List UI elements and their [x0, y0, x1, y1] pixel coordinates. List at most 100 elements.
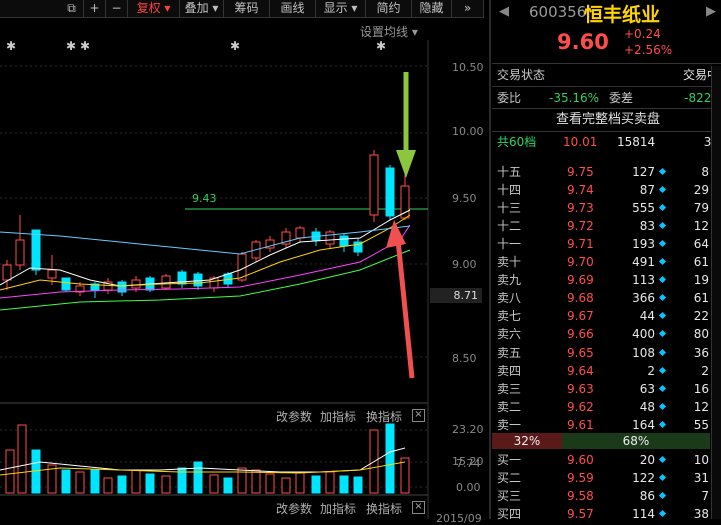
ask-row[interactable]: 十五 9.75 127 8: [497, 163, 719, 181]
ask-row[interactable]: 卖六 9.66 400 80: [497, 325, 719, 343]
level-price: 9.69: [567, 273, 594, 288]
next-stock-icon[interactable]: ▶: [706, 4, 716, 19]
zoom-out-button[interactable]: −: [106, 0, 128, 17]
level-volume: 555: [632, 201, 655, 216]
ask-row[interactable]: 十一 9.71 193 64: [497, 235, 719, 253]
level-volume: 127: [632, 165, 655, 179]
green-arrow-head: [396, 150, 416, 178]
level-price: 9.62: [567, 399, 594, 414]
level-volume: 366: [632, 291, 655, 306]
volume-bar: [339, 475, 349, 494]
volume-bar: [385, 423, 395, 494]
level-volume: 122: [632, 471, 655, 486]
chips-button[interactable]: 筹码: [224, 0, 270, 17]
draw-line-button[interactable]: 画线: [270, 0, 316, 17]
level-price: 9.68: [567, 291, 594, 306]
volume-bar: [131, 469, 141, 494]
candle-body: [2, 264, 12, 281]
diamond-icon: [658, 222, 667, 230]
price-tick: 9.50: [452, 192, 477, 205]
volume-bar: [5, 449, 15, 494]
ask-row[interactable]: 卖八 9.68 366 61: [497, 289, 719, 307]
switch-indicator-button[interactable]: 换指标: [366, 408, 402, 425]
level-label: 卖九: [497, 273, 522, 288]
price-tick: 8.50: [452, 352, 477, 365]
side-tab-strip[interactable]: [711, 66, 721, 519]
ask-row[interactable]: 卖五 9.65 108 36: [497, 344, 719, 362]
level-volume: 164: [632, 417, 655, 432]
level-count: 2: [701, 363, 709, 378]
restore-rights-button[interactable]: 复权 ▾: [128, 0, 180, 17]
level-volume: 87: [639, 183, 655, 198]
current-price-tag: 8.71: [430, 288, 482, 303]
level60-row[interactable]: 共60档 10.01 15814 35: [497, 133, 719, 151]
ask-row[interactable]: 卖四 9.64 2 2: [497, 362, 719, 380]
level-volume: 113: [632, 273, 655, 288]
diamond-icon: [658, 240, 667, 248]
switch-indicator-button-2[interactable]: 换指标: [366, 500, 402, 517]
change-params-button-2[interactable]: 改参数: [276, 500, 312, 517]
level-volume: 63: [639, 381, 655, 396]
price-change: +0.24: [624, 27, 661, 41]
change-params-button[interactable]: 改参数: [276, 408, 312, 425]
more-button[interactable]: »: [452, 0, 484, 17]
display-button[interactable]: 显示 ▾: [316, 0, 366, 17]
price-tick: 10.50: [452, 61, 484, 74]
level-price: 9.64: [567, 363, 594, 378]
ask-row[interactable]: 卖十 9.70 491 61: [497, 253, 719, 271]
overlay-button[interactable]: 叠加 ▾: [180, 0, 224, 17]
volume-bar: [145, 473, 155, 494]
kline-chart[interactable]: ✱ ✱ ✱ ✱ ✱: [0, 0, 490, 519]
diamond-icon: [658, 474, 667, 482]
level-count: 61: [693, 291, 709, 306]
add-indicator-button[interactable]: 加指标: [320, 408, 356, 425]
close-icon[interactable]: ×: [412, 409, 425, 422]
level-label: 十一: [497, 237, 522, 252]
simple-button[interactable]: 简约: [366, 0, 412, 17]
ask-row[interactable]: 十三 9.73 555 79: [497, 199, 719, 217]
diamond-icon: [658, 402, 667, 410]
candle-body: [400, 185, 410, 219]
window-icon[interactable]: ⧉: [60, 0, 84, 17]
diamond-icon: [658, 312, 667, 320]
level-count: 12: [693, 219, 709, 234]
last-price: 9.60: [557, 30, 609, 54]
ma-settings-button[interactable]: 设置均线 ▾: [360, 23, 418, 40]
candle-body: [339, 235, 349, 247]
full-book-link[interactable]: 查看完整档买卖盘: [497, 111, 719, 129]
level-price: 9.71: [567, 237, 594, 252]
level-volume: 108: [632, 345, 655, 360]
bid-row[interactable]: 买三 9.58 86 7: [497, 487, 719, 505]
bid-row[interactable]: 买四 9.57 114 38: [497, 505, 719, 523]
ask-row[interactable]: 卖七 9.67 44 22: [497, 307, 719, 325]
candle-body: [31, 229, 41, 271]
prev-stock-icon[interactable]: ◀: [499, 4, 509, 19]
level-label: 十二: [497, 219, 522, 234]
diamond-icon: [658, 330, 667, 338]
candle-body: [15, 239, 25, 266]
level-price: 9.65: [567, 345, 594, 360]
candle-body: [47, 269, 57, 279]
event-marker-icon: ✱: [80, 39, 90, 53]
ask-row[interactable]: 卖三 9.63 63 16: [497, 380, 719, 398]
ask-row[interactable]: 十四 9.74 87 29: [497, 181, 719, 199]
stock-code: 600356: [529, 3, 587, 21]
volume-bar: [17, 424, 27, 494]
level-label: 卖四: [497, 363, 522, 378]
level-count: 31: [693, 471, 709, 486]
bid-row[interactable]: 买一 9.60 20 10: [497, 451, 719, 469]
level-label: 卖五: [497, 345, 522, 360]
event-marker-icon: ✱: [6, 39, 16, 53]
bid-row[interactable]: 买二 9.59 122 31: [497, 469, 719, 487]
level-count: 7: [701, 489, 709, 504]
hide-button[interactable]: 隐藏: [412, 0, 452, 17]
ask-row[interactable]: 十二 9.72 83 12: [497, 217, 719, 235]
ask-row[interactable]: 卖九 9.69 113 19: [497, 271, 719, 289]
ask-row[interactable]: 卖二 9.62 48 12: [497, 398, 719, 416]
volume-bar: [353, 476, 363, 494]
add-indicator-button-2[interactable]: 加指标: [320, 500, 356, 517]
close-icon[interactable]: ×: [412, 501, 425, 514]
ma5-line: [0, 209, 411, 287]
ask-row[interactable]: 卖一 9.61 164 55: [497, 416, 719, 434]
zoom-in-button[interactable]: +: [84, 0, 106, 17]
